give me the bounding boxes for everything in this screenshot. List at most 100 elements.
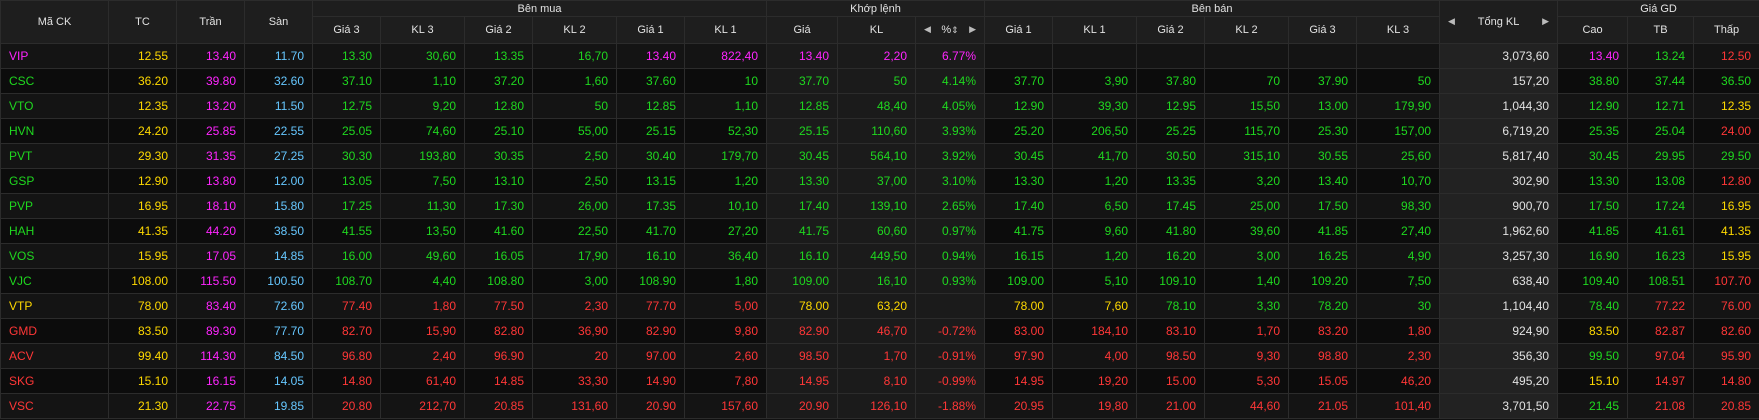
stock-symbol[interactable]: VOS [0, 243, 109, 269]
total-volume: 3,073,60 [1439, 43, 1559, 69]
low-price: 95.90 [1693, 343, 1759, 369]
stock-row[interactable]: VSC 21.30 22.75 19.85 20.80 212,70 20.85 131,60… [0, 393, 1759, 419]
ask-price-3-header[interactable]: Giá 3 [1288, 16, 1357, 44]
match-volume-header[interactable]: KL [837, 16, 916, 44]
avg-price: 77.22 [1627, 293, 1695, 319]
ceiling-price: 89.30 [176, 318, 245, 344]
stock-symbol[interactable]: GSP [0, 168, 109, 194]
match-price: 13.30 [766, 168, 838, 194]
bid-price-2-header[interactable]: Giá 2 [464, 16, 533, 44]
ask-price-2: 13.35 [1136, 168, 1205, 194]
ask-price-2: 83.10 [1136, 318, 1205, 344]
bid-price-3-header[interactable]: Giá 3 [312, 16, 381, 44]
match-price: 41.75 [766, 218, 838, 244]
match-price: 78.00 [766, 293, 838, 319]
stock-symbol[interactable]: PVT [0, 143, 109, 169]
stock-row[interactable]: CSC 36.20 39.80 32.60 37.10 1,10 37.20 1,60 37.6… [0, 68, 1759, 94]
match-change: 3.93% [915, 118, 985, 144]
low-price: 16.95 [1693, 193, 1759, 219]
stock-row[interactable]: HVN 24.20 25.85 22.55 25.05 74,60 25.10 55,00 25… [0, 118, 1759, 144]
total-volume: 495,20 [1439, 368, 1559, 394]
stock-row[interactable]: VJC 108.00 115.50 100.50 108.70 4,40 108.80 3,0… [0, 268, 1759, 294]
stock-row[interactable]: VTO 12.35 13.20 11.50 12.75 9,20 12.80 50 12.85 1… [0, 93, 1759, 119]
ask-price-1-header[interactable]: Giá 1 [984, 16, 1053, 44]
stock-symbol[interactable]: CSC [0, 68, 109, 94]
stock-row[interactable]: VTP 78.00 83.40 72.60 77.40 1,80 77.50 2,30 77.7… [0, 293, 1759, 319]
reference-price: 78.00 [108, 293, 177, 319]
stock-row[interactable]: GMD 83.50 89.30 77.70 82.70 15,90 82.80 36,90 82… [0, 318, 1759, 344]
stock-symbol[interactable]: VTP [0, 293, 109, 319]
avg-price-header[interactable]: TB [1627, 16, 1695, 44]
prev-metric-icon[interactable]: ◀ [924, 24, 931, 35]
stock-symbol[interactable]: PVP [0, 193, 109, 219]
stock-row[interactable]: HAH 41.35 44.20 38.50 41.55 13,50 41.60 22,50 41… [0, 218, 1759, 244]
stock-symbol[interactable]: ACV [0, 343, 109, 369]
bid-price-2: 12.80 [464, 93, 533, 119]
next-column-icon[interactable]: ▶ [1542, 16, 1549, 27]
stock-row[interactable]: PVT 29.30 31.35 27.25 30.30 193,80 30.35 2,50 30… [0, 143, 1759, 169]
ask-volume-3: 179,90 [1355, 93, 1441, 119]
bid-volume-3-header[interactable]: KL 3 [380, 16, 465, 44]
match-volume: 37,00 [837, 168, 916, 194]
bid-price-2: 16.05 [464, 243, 533, 269]
stock-row[interactable]: VOS 15.95 17.05 14.85 16.00 49,60 16.05 17,90 16… [0, 243, 1759, 269]
stock-symbol[interactable]: HAH [0, 218, 109, 244]
bid-price-1: 108.90 [616, 268, 685, 294]
stock-row[interactable]: ACV 99.40 114.30 84.50 96.80 2,40 96.90 20 97.00… [0, 343, 1759, 369]
reference-price: 108.00 [108, 268, 177, 294]
stock-symbol[interactable]: VTO [0, 93, 109, 119]
high-price-header[interactable]: Cao [1557, 16, 1629, 44]
stock-row[interactable]: GSP 12.90 13.80 12.00 13.05 7,50 13.10 2,50 13.1… [0, 168, 1759, 194]
ask-price-1: 109.00 [984, 268, 1053, 294]
col-ceiling-header[interactable]: Trần [176, 0, 245, 44]
bid-volume-1-header[interactable]: KL 1 [684, 16, 767, 44]
prev-column-icon[interactable]: ◀ [1448, 16, 1455, 27]
bid-volume-1: 7,80 [684, 368, 767, 394]
stock-symbol[interactable]: VIP [0, 43, 109, 69]
col-reference-header[interactable]: TC [108, 0, 177, 44]
ask-volume-1-header[interactable]: KL 1 [1052, 16, 1137, 44]
stock-symbol[interactable]: VJC [0, 268, 109, 294]
reference-price: 16.95 [108, 193, 177, 219]
bid-price-1-header[interactable]: Giá 1 [616, 16, 685, 44]
next-metric-icon[interactable]: ▶ [969, 24, 976, 35]
high-price: 12.90 [1557, 93, 1629, 119]
stock-row[interactable]: SKG 15.10 16.15 14.05 14.80 61,40 14.85 33,30 14… [0, 368, 1759, 394]
bid-volume-1: 5,00 [684, 293, 767, 319]
total-volume: 1,104,40 [1439, 293, 1559, 319]
high-price: 25.35 [1557, 118, 1629, 144]
bid-volume-2-header[interactable]: KL 2 [532, 16, 617, 44]
col-symbol-header[interactable]: Mã CK [0, 0, 109, 44]
match-change: 0.94% [915, 243, 985, 269]
floor-price: 11.70 [244, 43, 313, 69]
bid-volume-3: 13,50 [380, 218, 465, 244]
ask-volume-2: 15,50 [1204, 93, 1289, 119]
stock-row[interactable]: PVP 16.95 18.10 15.80 17.25 11,30 17.30 26,00 17… [0, 193, 1759, 219]
low-price: 29.50 [1693, 143, 1759, 169]
ask-volume-3: 101,40 [1355, 393, 1441, 419]
change-percent-label[interactable]: % [941, 24, 951, 36]
stock-symbol[interactable]: HVN [0, 118, 109, 144]
stock-row[interactable]: VIP 12.55 13.40 11.70 13.30 30,60 13.35 16,70 13… [0, 43, 1759, 69]
ask-price-2-header[interactable]: Giá 2 [1136, 16, 1205, 44]
bid-volume-3: 74,60 [380, 118, 465, 144]
bid-volume-2: 22,50 [532, 218, 617, 244]
match-volume: 8,10 [837, 368, 916, 394]
stock-symbol[interactable]: GMD [0, 318, 109, 344]
low-price-header[interactable]: Thấp [1693, 16, 1759, 44]
stock-symbol[interactable]: SKG [0, 368, 109, 394]
ceiling-price: 18.10 [176, 193, 245, 219]
ask-volume-2-header[interactable]: KL 2 [1204, 16, 1289, 44]
sort-icon[interactable]: ⇕ [951, 25, 959, 35]
bid-price-2: 25.10 [464, 118, 533, 144]
match-price-header[interactable]: Giá [766, 16, 838, 44]
match-volume: 2,20 [837, 43, 916, 69]
ask-volume-3-header[interactable]: KL 3 [1355, 16, 1441, 44]
ask-volume-3: 27,40 [1355, 218, 1441, 244]
col-floor-header[interactable]: Sàn [244, 0, 313, 44]
bid-volume-2: 17,90 [532, 243, 617, 269]
stock-symbol[interactable]: VSC [0, 393, 109, 419]
bid-price-3: 12.75 [312, 93, 381, 119]
match-volume: 48,40 [837, 93, 916, 119]
ask-price-1: 12.90 [984, 93, 1053, 119]
